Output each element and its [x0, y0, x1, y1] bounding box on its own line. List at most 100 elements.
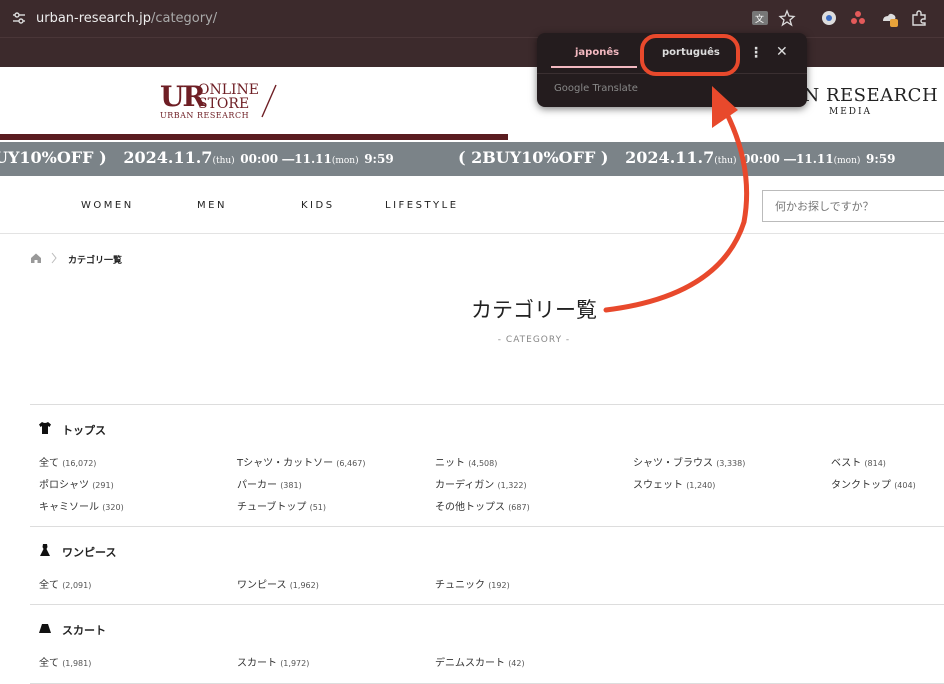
link-label: 全て — [39, 580, 59, 591]
category-section-onepiece: ワンピース 全て (2,091) ワンピース (1,962) チュニック (19… — [30, 526, 944, 604]
url-path: /category/ — [150, 11, 218, 26]
link-label: デニムスカート — [435, 658, 505, 669]
search-input[interactable] — [763, 191, 944, 221]
logo-store: STORE — [198, 96, 250, 112]
category-link[interactable]: 全て (1,981) — [39, 654, 91, 669]
svg-text:文: 文 — [755, 13, 764, 25]
extension-weather-icon[interactable] — [880, 9, 898, 27]
category-link[interactable]: パーカー (381) — [237, 476, 302, 491]
close-icon[interactable]: ✕ — [776, 44, 788, 60]
nav-lifestyle[interactable]: LIFESTYLE — [385, 200, 459, 211]
link-count: (687) — [508, 503, 530, 512]
category-link[interactable]: Tシャツ・カットソー (6,467) — [237, 454, 365, 469]
link-count: (381) — [280, 481, 302, 490]
media-logo-title[interactable]: AN RESEARCH — [790, 85, 938, 106]
nav-kids[interactable]: KIDS — [301, 200, 335, 211]
promo-2-title: ( 2BUY10%OFF ) — [458, 148, 609, 167]
category-link[interactable]: スウェット (1,240) — [633, 476, 715, 491]
category-link[interactable]: ワンピース (1,962) — [237, 576, 319, 591]
section-title: トップス — [62, 424, 106, 437]
more-options-icon[interactable]: ⋮ — [749, 45, 763, 61]
category-section-skirt: スカート 全て (1,981) スカート (1,972) デニムスカート (42… — [30, 604, 944, 684]
promo-1-time: 9:59 — [364, 152, 394, 166]
category-link[interactable]: ポロシャツ (291) — [39, 476, 114, 491]
promo-1-day: (thu) — [212, 156, 235, 166]
link-count: (1,972) — [280, 659, 310, 668]
skirt-icon — [39, 624, 51, 633]
link-count: (1,981) — [62, 659, 92, 668]
link-count: (6,467) — [336, 459, 366, 468]
promo-1-day2: (mon) — [331, 156, 359, 166]
nav-men[interactable]: MEN — [197, 200, 227, 211]
address-bar[interactable]: urban-research.jp/category/ — [36, 11, 217, 26]
link-label: 全て — [39, 658, 59, 669]
page-subtitle: - CATEGORY - — [497, 335, 571, 345]
tshirt-icon — [39, 422, 51, 434]
nav-women[interactable]: WOMEN — [81, 200, 134, 211]
promo-2-date: 2024.11.7 — [625, 148, 715, 167]
extension-dots-icon[interactable] — [849, 9, 867, 27]
link-count: (291) — [92, 481, 114, 490]
link-count: (404) — [894, 481, 916, 490]
promo-item-2: ( 2BUY10%OFF ) 2024.11.7(thu) 00:00 ―11.… — [458, 148, 895, 167]
dress-icon — [40, 544, 50, 556]
promo-item-1: UY10%OFF ) 2024.11.7(thu) 00:00 ―11.11(m… — [0, 148, 394, 167]
media-logo-sub: MEDIA — [829, 107, 873, 117]
section-title: ワンピース — [62, 546, 117, 559]
link-label: ニット — [435, 458, 465, 469]
link-count: (16,072) — [62, 459, 97, 468]
promo-2-range: 00:00 ―11.11 — [742, 152, 834, 166]
urban-research-logo[interactable]: UR ONLINE STORE URBAN RESEARCH — [160, 83, 285, 123]
link-count: (192) — [488, 581, 510, 590]
link-label: カーディガン — [435, 480, 495, 491]
tab-source-language[interactable]: japonês — [575, 47, 619, 58]
category-link[interactable]: ベスト (814) — [831, 454, 886, 469]
promo-2-day: (thu) — [714, 156, 737, 166]
logo-online: ONLINE — [198, 82, 260, 98]
category-link[interactable]: その他トップス (687) — [435, 498, 530, 513]
category-link[interactable]: チュニック (192) — [435, 576, 510, 591]
category-link[interactable]: ニット (4,508) — [435, 454, 497, 469]
category-link[interactable]: スカート (1,972) — [237, 654, 309, 669]
main-nav: WOMEN MEN KIDS LIFESTYLE — [0, 176, 944, 234]
category-link[interactable]: キャミソール (320) — [39, 498, 124, 513]
link-count: (1,322) — [497, 481, 527, 490]
link-count: (320) — [102, 503, 124, 512]
link-count: (814) — [864, 459, 886, 468]
link-label: 全て — [39, 458, 59, 469]
link-label: ワンピース — [237, 580, 287, 591]
promo-banner[interactable]: UY10%OFF ) 2024.11.7(thu) 00:00 ―11.11(m… — [0, 142, 944, 176]
category-link[interactable]: チューブトップ (51) — [237, 498, 326, 513]
promo-1-range: 00:00 ―11.11 — [240, 152, 332, 166]
browser-toolbar: urban-research.jp/category/ 文 — [0, 0, 944, 37]
link-label: スカート — [237, 658, 277, 669]
tab-target-language[interactable]: português — [662, 47, 720, 58]
category-link[interactable]: 全て (16,072) — [39, 454, 96, 469]
active-tab-indicator — [551, 66, 637, 68]
link-label: キャミソール — [39, 502, 99, 513]
promo-1-date: 2024.11.7 — [123, 148, 213, 167]
link-count: (42) — [508, 659, 525, 668]
category-link[interactable]: デニムスカート (42) — [435, 654, 525, 669]
link-count: (3,338) — [716, 459, 746, 468]
home-icon[interactable] — [30, 252, 42, 264]
breadcrumb-current: カテゴリ一覧 — [68, 256, 123, 266]
extension-globe-icon[interactable] — [820, 9, 838, 27]
link-count: (1,962) — [289, 581, 319, 590]
bookmark-star-icon[interactable] — [778, 9, 796, 27]
link-count: (51) — [309, 503, 327, 512]
category-link[interactable]: 全て (2,091) — [39, 576, 91, 591]
extensions-puzzle-icon[interactable] — [910, 9, 928, 27]
category-link[interactable]: タンクトップ (404) — [831, 476, 916, 491]
promo-1-title: UY10%OFF ) — [0, 148, 107, 167]
translate-icon[interactable]: 文 — [751, 9, 769, 27]
link-label: シャツ・ブラウス — [633, 458, 713, 469]
logo-slash-icon — [261, 84, 277, 118]
translate-popup: japonês português ⋮ ✕ Google Translate — [537, 33, 807, 107]
link-label: パーカー — [237, 480, 277, 491]
link-label: ポロシャツ — [39, 480, 89, 491]
site-settings-icon[interactable] — [12, 11, 26, 25]
category-link[interactable]: カーディガン (1,322) — [435, 476, 527, 491]
category-link[interactable]: シャツ・ブラウス (3,338) — [633, 454, 745, 469]
header-accent-bar — [0, 134, 508, 140]
